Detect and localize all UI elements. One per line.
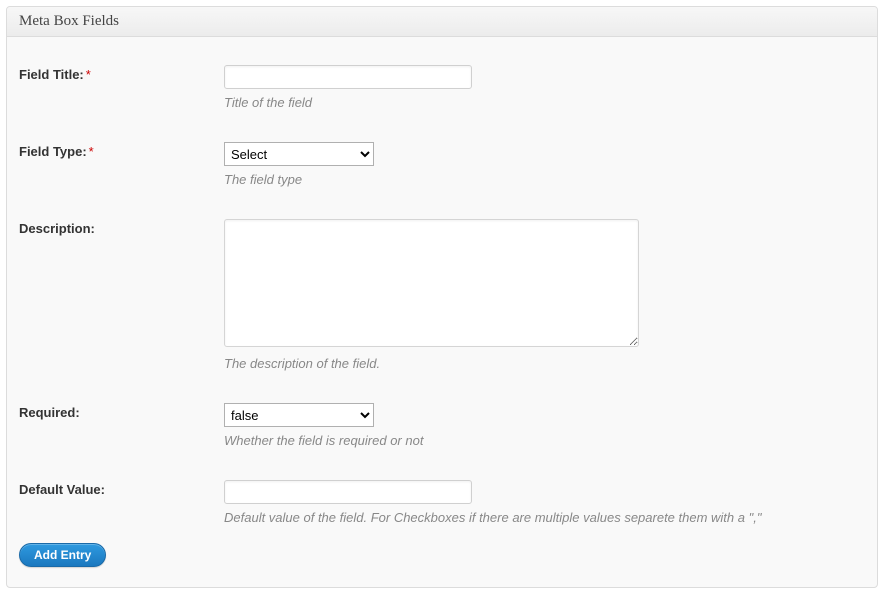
label-required: Required: (19, 403, 224, 420)
row-field-title: Field Title:* Title of the field (19, 65, 865, 110)
row-field-type: Field Type:* Select The field type (19, 142, 865, 187)
inputcol-field-type: Select The field type (224, 142, 865, 187)
required-star-icon: * (89, 144, 94, 159)
meta-box-fields-panel: Meta Box Fields Field Title:* Title of t… (6, 6, 878, 588)
help-required: Whether the field is required or not (224, 433, 865, 448)
label-field-title-text: Field Title: (19, 67, 84, 82)
required-select[interactable]: false (224, 403, 374, 427)
description-textarea[interactable] (224, 219, 639, 347)
label-field-title: Field Title:* (19, 65, 224, 82)
help-field-title: Title of the field (224, 95, 865, 110)
panel-title: Meta Box Fields (7, 7, 877, 37)
field-title-input[interactable] (224, 65, 472, 89)
inputcol-field-title: Title of the field (224, 65, 865, 110)
label-field-type-text: Field Type: (19, 144, 87, 159)
help-default-value: Default value of the field. For Checkbox… (224, 510, 865, 525)
help-description: The description of the field. (224, 356, 865, 371)
field-type-select[interactable]: Select (224, 142, 374, 166)
label-default-value: Default Value: (19, 480, 224, 497)
label-field-type: Field Type:* (19, 142, 224, 159)
add-entry-button[interactable]: Add Entry (19, 543, 106, 567)
panel-body: Field Title:* Title of the field Field T… (7, 37, 877, 587)
row-default-value: Default Value: Default value of the fiel… (19, 480, 865, 525)
label-description: Description: (19, 219, 224, 236)
inputcol-description: The description of the field. (224, 219, 865, 371)
required-star-icon: * (86, 67, 91, 82)
inputcol-required: false Whether the field is required or n… (224, 403, 865, 448)
row-required: Required: false Whether the field is req… (19, 403, 865, 448)
inputcol-default-value: Default value of the field. For Checkbox… (224, 480, 865, 525)
row-description: Description: The description of the fiel… (19, 219, 865, 371)
help-field-type: The field type (224, 172, 865, 187)
default-value-input[interactable] (224, 480, 472, 504)
